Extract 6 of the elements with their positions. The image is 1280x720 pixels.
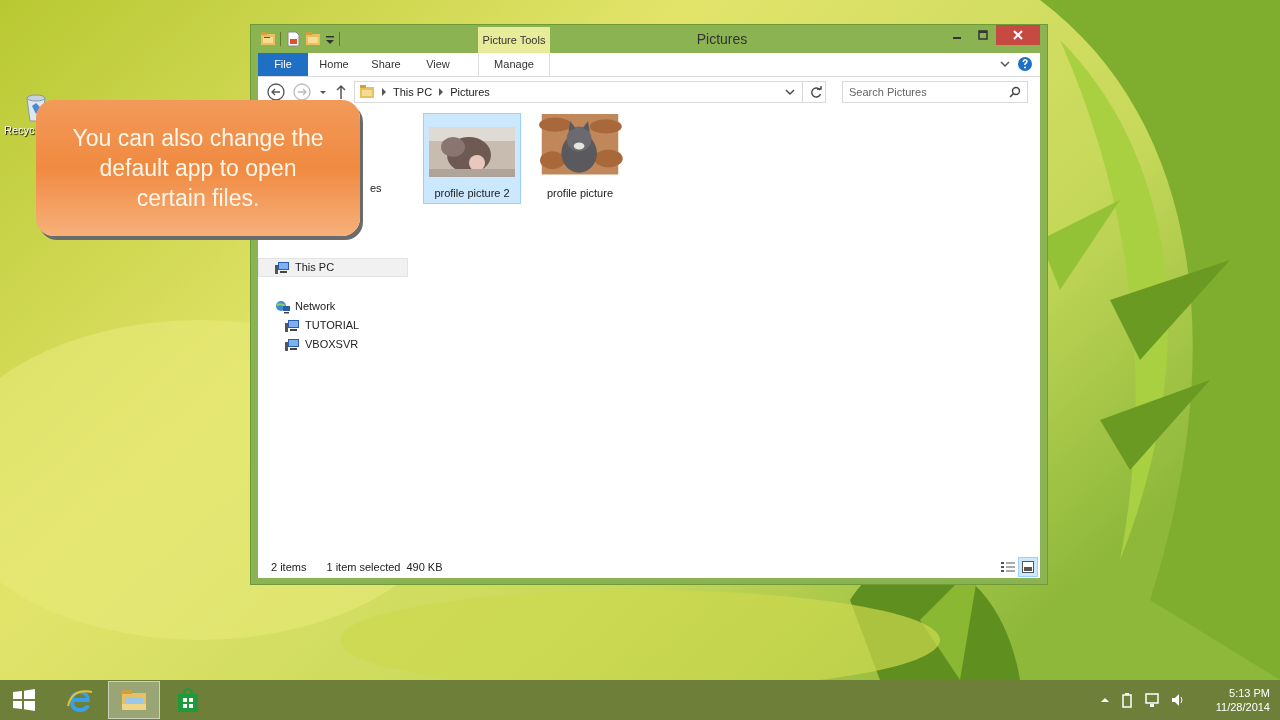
speaker-icon[interactable] xyxy=(1170,692,1186,708)
windows-logo-icon xyxy=(12,688,36,712)
clock[interactable]: 5:13 PM 11/28/2014 xyxy=(1210,686,1270,714)
show-hidden-icons-icon[interactable] xyxy=(1100,695,1110,705)
folder-icon xyxy=(120,688,148,712)
shopping-bag-icon xyxy=(176,687,200,713)
